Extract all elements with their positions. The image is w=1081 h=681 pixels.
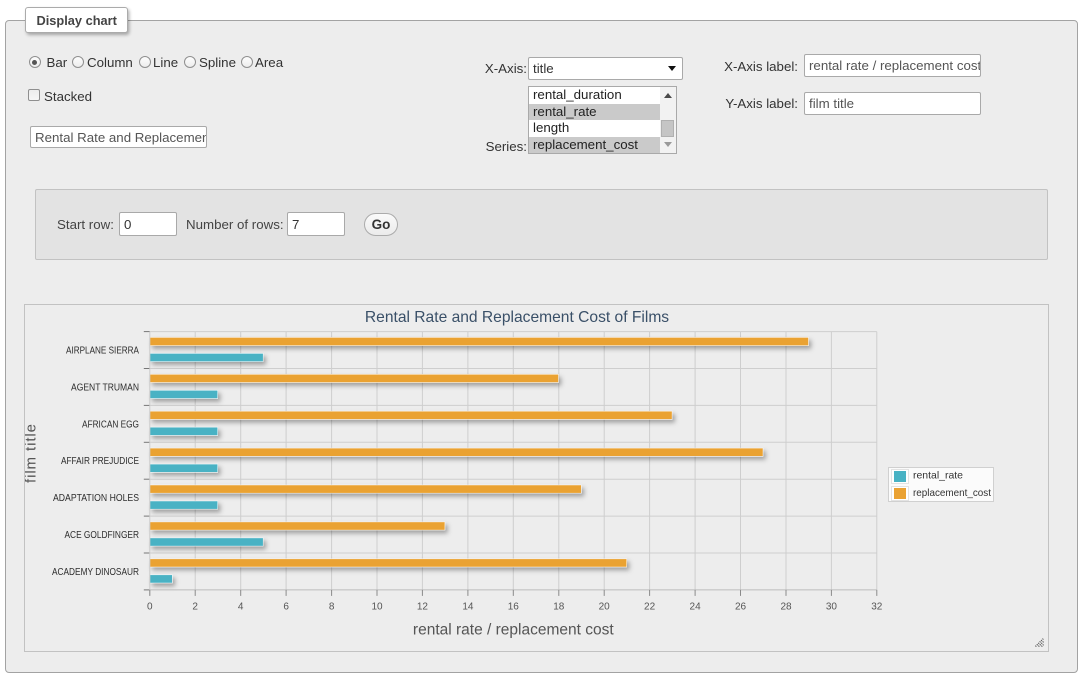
svg-text:18: 18 [553, 602, 565, 613]
svg-text:10: 10 [371, 602, 383, 613]
svg-text:AFRICAN EGG: AFRICAN EGG [82, 419, 139, 430]
svg-text:AIRPLANE SIERRA: AIRPLANE SIERRA [66, 346, 139, 357]
svg-text:2: 2 [192, 602, 198, 613]
svg-text:20: 20 [599, 602, 611, 613]
svg-text:ADAPTATION HOLES: ADAPTATION HOLES [53, 493, 139, 504]
svg-text:replacement_cost: replacement_cost [913, 488, 991, 499]
svg-text:24: 24 [690, 602, 702, 613]
svg-text:8: 8 [329, 602, 335, 613]
svg-text:28: 28 [780, 602, 792, 613]
svg-text:14: 14 [462, 602, 474, 613]
svg-text:film title: film title [25, 424, 40, 483]
svg-text:32: 32 [871, 602, 883, 613]
svg-text:22: 22 [644, 602, 656, 613]
svg-text:30: 30 [826, 602, 838, 613]
svg-text:Rental Rate and Replacement Co: Rental Rate and Replacement Cost of Film… [365, 309, 669, 326]
svg-text:4: 4 [238, 602, 244, 613]
svg-text:AFFAIR PREJUDICE: AFFAIR PREJUDICE [61, 456, 139, 467]
svg-text:ACE GOLDFINGER: ACE GOLDFINGER [65, 530, 140, 541]
svg-text:ACADEMY DINOSAUR: ACADEMY DINOSAUR [52, 567, 139, 578]
svg-text:16: 16 [508, 602, 520, 613]
svg-text:12: 12 [417, 602, 429, 613]
svg-text:26: 26 [735, 602, 747, 613]
svg-text:0: 0 [147, 602, 153, 613]
svg-text:rental rate / replacement cost: rental rate / replacement cost [413, 622, 614, 639]
svg-text:6: 6 [283, 602, 289, 613]
svg-text:rental_rate: rental_rate [913, 471, 963, 482]
svg-text:AGENT TRUMAN: AGENT TRUMAN [71, 383, 139, 394]
